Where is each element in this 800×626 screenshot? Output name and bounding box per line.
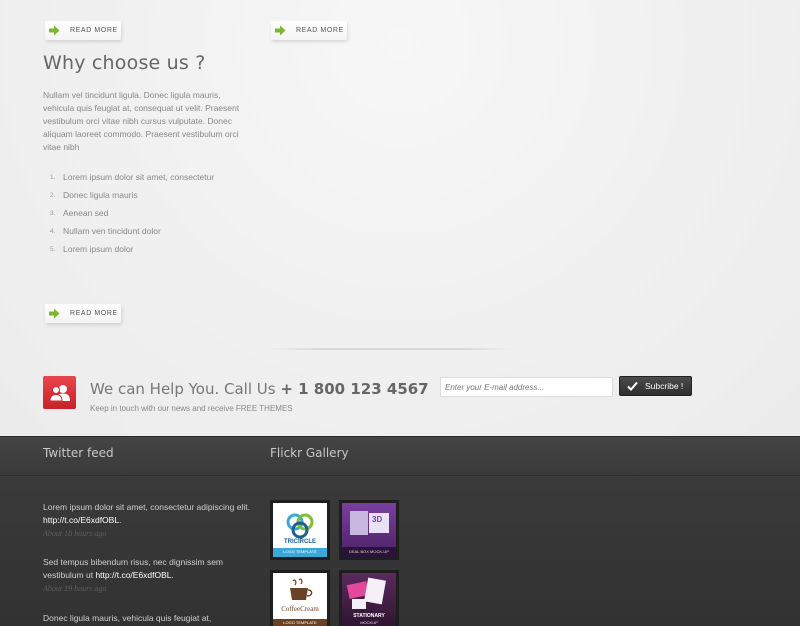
- arrow-right-icon: [275, 25, 286, 36]
- why-choose-us-text: Nullam vel tincidunt ligula. Donec ligul…: [43, 90, 240, 152]
- read-more-label: READ MORE: [70, 27, 118, 34]
- help-title: We can Help You. Call Us + 1 800 123 456…: [90, 380, 429, 398]
- list-item: 4. Nullam ven tincidunt dolor: [50, 226, 161, 236]
- tweet-link[interactable]: http://t.co/E6xdfOBL: [43, 515, 119, 525]
- divider: [270, 348, 512, 350]
- email-field[interactable]: [440, 377, 613, 397]
- check-icon: [627, 381, 638, 391]
- phone-number: + 1 800 123 4567: [280, 380, 429, 398]
- tweet: Lorem ipsum dolor sit amet, consectetur …: [43, 501, 253, 540]
- list-item: 1. Lorem ipsum dolor sit amet, consectetu…: [50, 172, 215, 182]
- help-subtitle: Keep in touch with our news and receive …: [90, 404, 293, 413]
- read-more-label: READ MORE: [296, 27, 344, 34]
- read-more-label: READ MORE: [70, 310, 118, 317]
- coffee-cup-icon: [273, 578, 327, 626]
- flickr-thumbnail[interactable]: CoffeeCream LOGO TEMPLATE: [270, 570, 330, 626]
- twitter-feed-title: Twitter feed: [43, 446, 114, 460]
- subscribe-label: Subcribe !: [645, 381, 684, 391]
- users-icon: [43, 376, 76, 409]
- why-choose-us-title: Why choose us ?: [43, 52, 206, 74]
- tweet: Donec ligula mauris, vehicula quis feugi…: [43, 613, 212, 623]
- read-more-button[interactable]: READ MORE: [45, 21, 121, 40]
- tweet: Sed tempus bibendum risus, nec dignissim…: [43, 556, 253, 595]
- list-item: 2. Donec ligula mauris: [50, 190, 138, 200]
- tweet-time: About 19 hours ago: [43, 584, 107, 593]
- flickr-thumbnail[interactable]: STATIONARY MOCKUP: [339, 570, 399, 626]
- arrow-right-icon: [49, 25, 60, 36]
- arrow-right-icon: [49, 308, 60, 319]
- footer-header: [0, 436, 800, 476]
- flickr-gallery-title: Flickr Gallery: [270, 446, 349, 460]
- read-more-button[interactable]: READ MORE: [45, 304, 121, 323]
- footer: Twitter feed Flickr Gallery Lorem ipsum …: [0, 436, 800, 626]
- subscribe-button[interactable]: Subcribe !: [619, 376, 692, 396]
- why-choose-us-list: 1. Lorem ipsum dolor sit amet, consectetu…: [43, 168, 214, 258]
- flickr-thumbnail[interactable]: TRICIRCLE LOGO TEMPLATE: [270, 500, 330, 560]
- list-item: 5. Lorem ipsum dolor: [50, 244, 134, 254]
- tweet-link[interactable]: http://t.co/E6xdfOBL: [95, 570, 171, 580]
- tweet-time: About 18 hours ago: [43, 529, 107, 538]
- read-more-button[interactable]: READ MORE: [271, 21, 347, 40]
- list-item: 3. Aenean sed: [50, 208, 109, 218]
- flickr-thumbnail[interactable]: 3D DEAL BOX MOCK-UP: [339, 500, 399, 560]
